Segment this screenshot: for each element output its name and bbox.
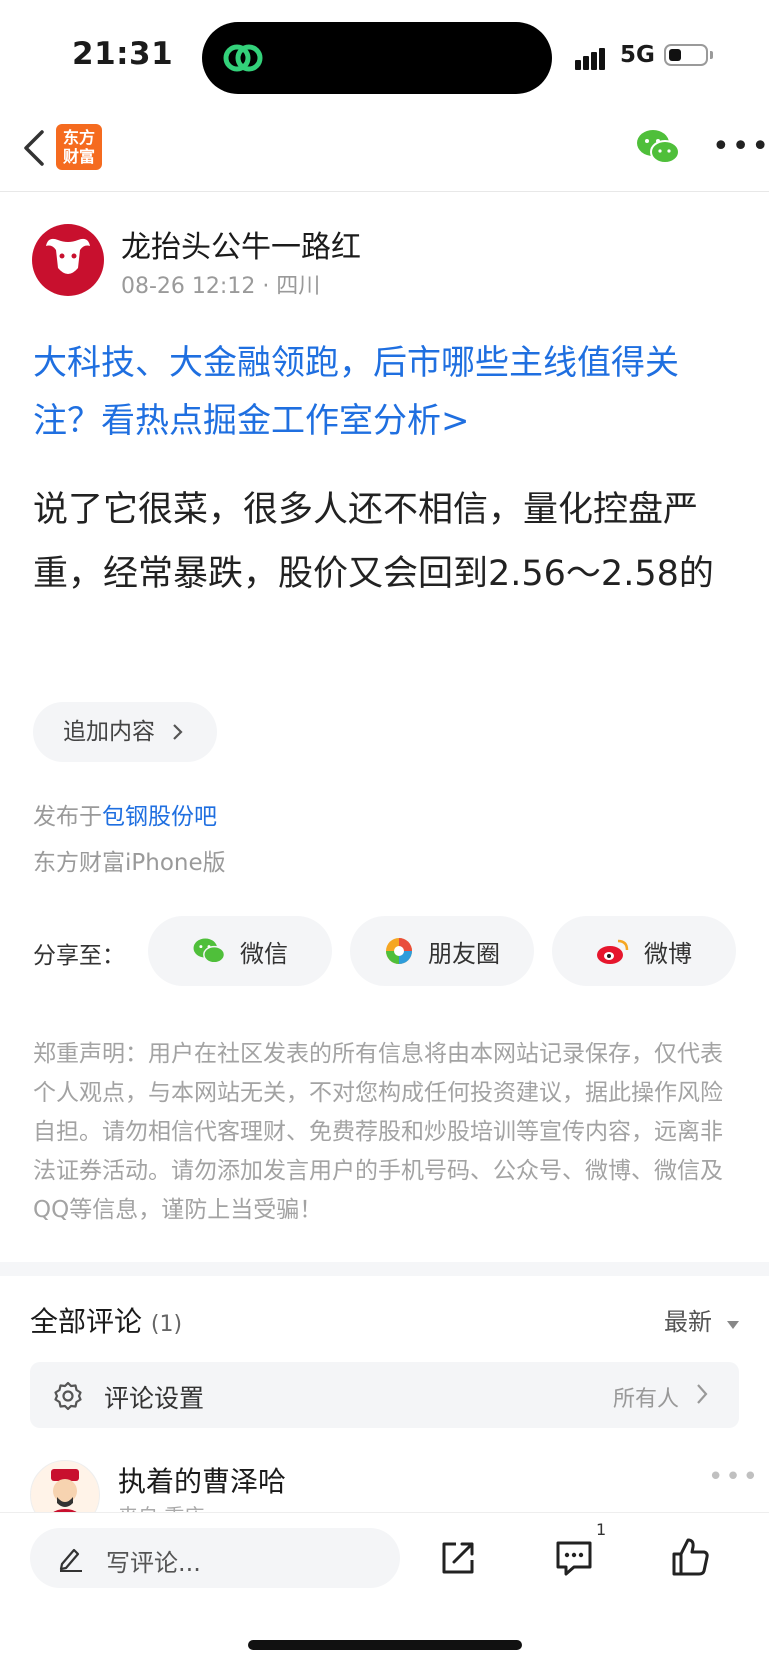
chevron-right-icon [173,724,183,740]
forum-link[interactable]: 包钢股份吧 [102,804,217,830]
published-prefix: 发布于 [33,804,102,830]
post-meta: 08-26 12:12 · 四川 [121,274,321,299]
caret-down-icon [726,1321,739,1329]
sort-label: 最新 [664,1308,712,1336]
share-label: 分享至： [33,943,125,969]
promo-headline-link[interactable]: 大科技、大金融领跑，后市哪些主线值得关注？看热点掘金工作室分析> [33,334,741,450]
share-moments-button[interactable]: 朋友圈 [350,916,534,986]
battery-icon [664,44,708,66]
section-separator [0,1262,769,1276]
comment-settings-value: 所有人 [612,1387,679,1412]
dynamic-island [202,22,552,94]
comments-sort-dropdown[interactable]: 最新 [664,1302,740,1337]
nav-divider [0,191,769,192]
post-body: 说了它很菜，很多人还不相信，量化控盘严重，经常暴跌，股价又会回到2.56～2.5… [33,490,714,594]
wechat-share-icon[interactable] [636,128,680,166]
battery-tip [710,51,713,59]
comment-count-badge: 1 [596,1520,607,1539]
share-weibo-button[interactable]: 微博 [552,916,736,986]
thumbs-up-icon[interactable] [670,1536,710,1578]
share-weibo-label: 微博 [644,939,692,968]
published-in: 发布于包钢股份吧 [33,797,217,831]
pen-icon [59,1548,82,1572]
share-wechat-button[interactable]: 微信 [148,916,332,986]
bull-icon [46,238,90,274]
share-out-icon[interactable] [438,1538,478,1578]
append-content-label: 追加内容 [63,719,155,745]
moments-icon [386,938,412,964]
author-avatar[interactable] [32,224,104,296]
comments-title-label: 全部评论 [30,1305,143,1338]
chevron-right-icon [697,1384,708,1404]
author-name[interactable]: 龙抬头公牛一路红 [121,222,361,266]
post-client: 东方财富iPhone版 [33,850,226,876]
write-comment-placeholder: 写评论... [106,1549,201,1577]
comment-settings-label: 评论设置 [104,1384,205,1413]
comments-title: 全部评论 (1) [30,1300,182,1340]
append-content-button[interactable]: 追加内容 [33,702,217,762]
back-chevron-icon[interactable] [20,128,46,168]
signal-icon [575,48,607,70]
wechat-icon [193,938,226,964]
link-app-icon [223,44,263,72]
disclaimer-text: 郑重声明：用户在社区发表的所有信息将由本网站记录保存，仅代表个人观点，与本网站无… [33,1041,723,1223]
comments-count: (1) [150,1312,183,1337]
write-comment-input[interactable]: 写评论... [30,1528,400,1588]
share-moments-label: 朋友圈 [428,939,500,968]
share-wechat-label: 微信 [240,939,288,968]
logo-line-1: 东方 [62,128,95,147]
home-indicator [248,1640,522,1650]
more-options-icon[interactable]: ••• [712,132,769,162]
comment-settings-row[interactable]: 评论设置 所有人 [30,1362,739,1428]
logo-line-2: 财富 [62,147,95,166]
weibo-icon [597,939,629,964]
app-logo[interactable]: 东方 财富 [56,124,102,170]
comment-bubble-icon[interactable] [554,1538,594,1578]
status-time: 21:31 [72,36,174,72]
comment-more-icon[interactable]: ••• [708,1462,760,1492]
gear-icon [54,1381,82,1411]
network-label: 5G [620,42,655,68]
commenter-name[interactable]: 执着的曹泽哈 [118,1460,286,1500]
